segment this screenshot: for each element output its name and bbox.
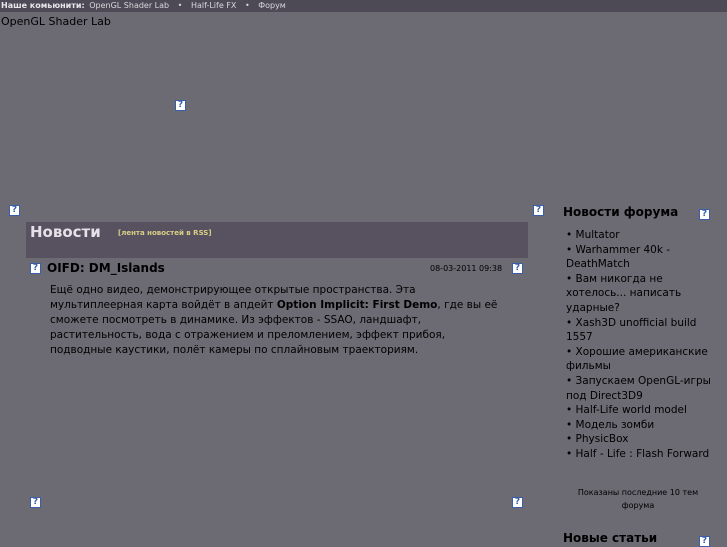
article-body: Ещё одно видео, демонстрирующее открытые… [50,283,505,358]
article-title[interactable]: OIFD: DM_Islands [47,261,165,275]
forum-note: Показаны последние 10 тем форума [577,488,699,510]
broken-image-icon: ? [512,497,523,508]
forum-news-title: Новости форума [563,205,679,219]
article-highlight: Option Implicit: First Demo [276,299,438,311]
forum-topic-link[interactable]: Запускаем OpenGL-игры под Direct3D9 [566,374,716,403]
separator: • [177,1,183,10]
broken-image-icon: ? [175,100,186,111]
new-articles-title: Новые статьи [563,531,658,545]
broken-image-icon: ? [30,497,41,508]
forum-topic-link[interactable]: Модель зомби [566,418,716,433]
broken-image-icon: ? [533,205,544,216]
forum-topic-link[interactable]: Warhammer 40k - DeathMatch [566,243,716,272]
broken-image-icon: ? [699,536,710,547]
forum-topic-link[interactable]: Хорошие американские фильмы [566,345,716,374]
article-date: 08-03-2011 09:38 [430,264,503,273]
separator: • [244,1,250,10]
forum-topic-link[interactable]: Multator [566,228,716,243]
rss-link[interactable]: [лента новостей в RSS] [118,229,212,237]
community-bar: Наше комьюнити: OpenGL Shader Lab • Half… [0,0,727,12]
news-heading: Новости [30,223,101,241]
news-header: Новости [лента новостей в RSS] [26,222,528,258]
community-link-shader-lab[interactable]: OpenGL Shader Lab [89,1,169,10]
forum-topic-link[interactable]: Half-Life world model [566,403,716,418]
broken-image-icon: ? [512,263,523,274]
forum-topic-link[interactable]: Xash3D unofficial build 1557 [566,316,716,345]
site-title: OpenGL Shader Lab [1,15,111,28]
broken-image-icon: ? [699,209,710,220]
forum-topic-link[interactable]: PhysicBox [566,432,716,447]
forum-topic-link[interactable]: Half - Life : Flash Forward [566,447,716,462]
forum-news-list: Multator Warhammer 40k - DeathMatch Вам … [566,228,716,462]
community-label: Наше комьюнити: [1,1,85,10]
forum-topic-link[interactable]: Вам никогда не хотелось... написать удар… [566,272,716,316]
broken-image-icon: ? [30,263,41,274]
community-link-forum[interactable]: Форум [258,1,286,10]
community-link-half-life-fx[interactable]: Half-Life FX [191,1,236,10]
broken-image-icon: ? [9,205,20,216]
